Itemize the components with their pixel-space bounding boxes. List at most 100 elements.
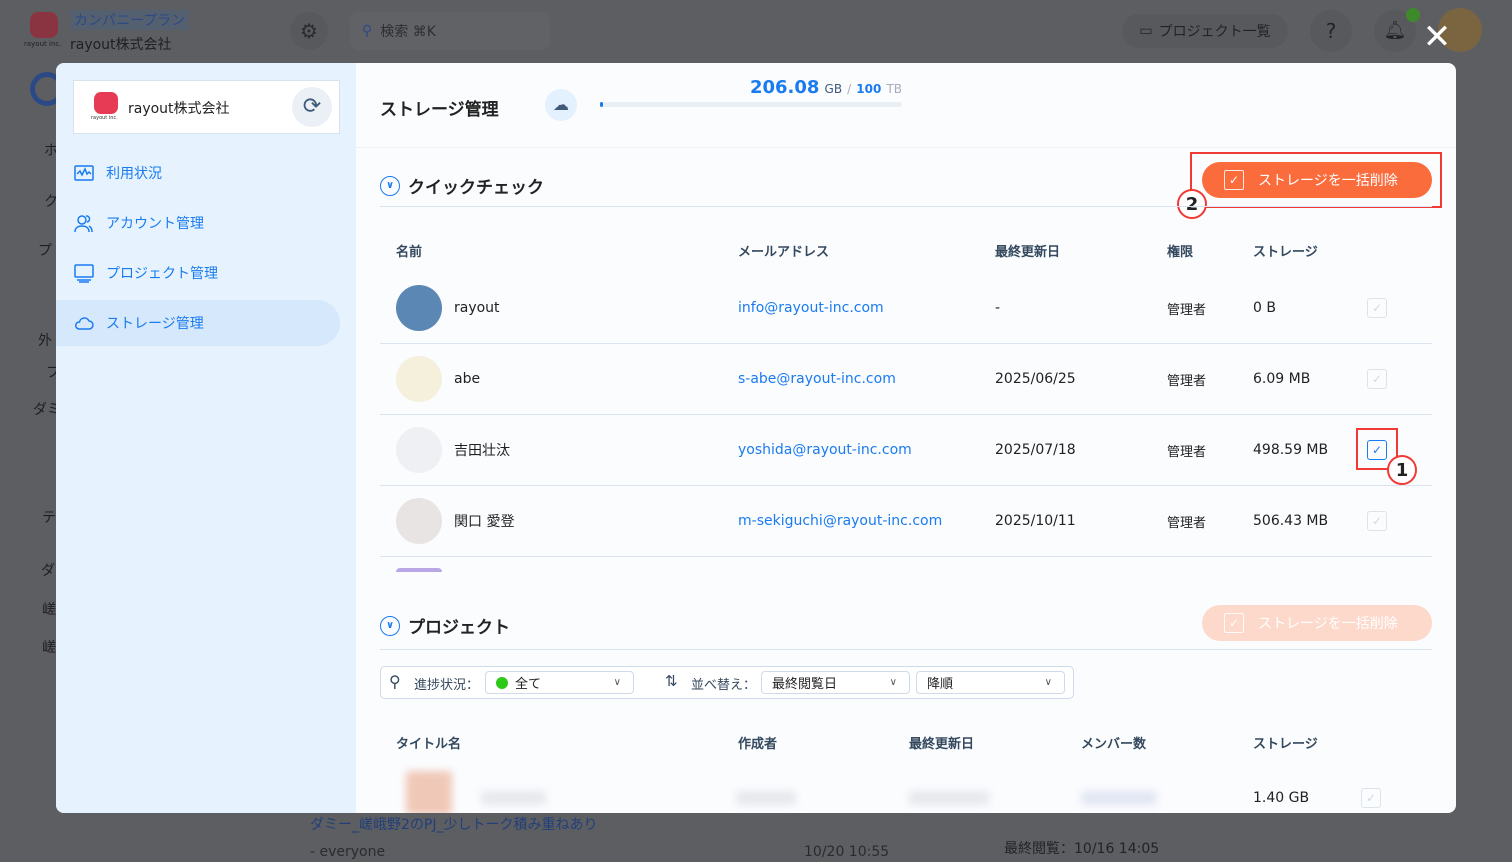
company-name: rayout株式会社 <box>128 101 230 117</box>
project-storage: 1.40 GB <box>1253 790 1310 806</box>
bg-sidebar-item: ダ <box>41 563 55 579</box>
divider <box>380 649 1432 650</box>
table-row: rayout info@rayout-inc.com - 管理者 0 B ✓ <box>380 273 1432 344</box>
divider <box>356 147 1456 148</box>
monitor-icon: ▭ <box>1139 23 1153 39</box>
plan-badge: カンパニープラン <box>70 10 190 30</box>
project-list-button[interactable]: ▭ プロジェクト一覧 <box>1122 14 1288 48</box>
avatar <box>396 285 442 331</box>
app-logo <box>30 12 58 38</box>
annotation-number-1: 1 <box>1387 455 1417 485</box>
status-dot <box>496 676 508 689</box>
annotation-number-2: 2 <box>1177 189 1207 219</box>
bg-sidebar-item: 嵯 <box>42 640 56 656</box>
order-select[interactable]: 降順 ∨ <box>916 671 1065 694</box>
projects-header[interactable]: ∨ プロジェクト <box>380 613 510 638</box>
chevron-down-icon: ∨ <box>380 175 400 196</box>
bg-sidebar-item: 嵯 <box>42 602 56 618</box>
chevron-down-icon: ∨ <box>889 677 897 688</box>
user-storage: 6.09 MB <box>1253 371 1311 387</box>
avatar <box>396 568 442 572</box>
user-email[interactable]: s-abe@rayout-inc.com <box>738 344 896 414</box>
last-updated: 2025/06/25 <box>995 371 1076 387</box>
user-role: 管理者 <box>1167 302 1207 318</box>
sidebar-item-accounts[interactable]: アカウント管理 <box>56 200 340 246</box>
filter-bar: ⚲ 進捗状況： 全て ∨ ⇅ 並べ替え： 最終閲覧日 ∨ 降順 ∨ <box>380 666 1074 699</box>
user-storage: 506.43 MB <box>1253 513 1329 529</box>
column-header-updated: 最終更新日 <box>909 737 975 752</box>
column-header-members: メンバー数 <box>1081 737 1147 752</box>
row-checkbox[interactable]: ✓ <box>1367 511 1387 531</box>
storage-usage-bar <box>600 102 902 107</box>
user-email[interactable]: info@rayout-inc.com <box>738 273 884 343</box>
column-header-storage: ストレージ <box>1253 737 1318 752</box>
switch-company-icon[interactable]: ⟳ <box>292 87 332 127</box>
table-row: 吉田壮汰 yoshida@rayout-inc.com 2025/07/18 管… <box>380 415 1432 486</box>
user-email[interactable]: yoshida@rayout-inc.com <box>738 415 912 485</box>
column-header-creator: 作成者 <box>738 737 778 752</box>
total-unit: TB <box>886 82 902 96</box>
used-value: 206.08 <box>749 77 820 98</box>
help-icon[interactable]: ? <box>1310 10 1352 52</box>
storage-usage-fill <box>600 102 603 107</box>
monitor-icon <box>74 264 94 283</box>
project-title-blurred <box>481 791 546 805</box>
logo-text: rayout inc. <box>24 40 62 48</box>
column-header-storage: ストレージ <box>1253 245 1318 260</box>
checkbox-icon: ✓ <box>1224 613 1244 633</box>
bg-project-time: 10/20 10:55 <box>804 844 890 860</box>
avatar <box>396 427 442 473</box>
bg-project-member: - everyone <box>310 844 386 860</box>
user-name: rayout <box>454 300 500 316</box>
company-switcher: rayout inc. rayout株式会社 ⟳ <box>73 80 340 134</box>
column-header-email: メールアドレス <box>738 245 830 260</box>
sidebar-item-usage[interactable]: 利用状況 <box>56 150 340 196</box>
user-storage: 498.59 MB <box>1253 442 1329 458</box>
bg-sidebar-item: プ <box>38 243 52 259</box>
close-icon[interactable]: ✕ <box>1422 20 1452 54</box>
sidebar-item-storage[interactable]: ストレージ管理 <box>56 300 340 346</box>
column-header-updated: 最終更新日 <box>995 245 1061 260</box>
last-updated: 2025/10/11 <box>995 513 1076 529</box>
projects-bulk-delete-button[interactable]: ✓ ストレージを一括削除 <box>1202 605 1432 641</box>
column-header-title: タイトル名 <box>396 737 462 752</box>
cloud-icon: ☁ <box>545 89 577 121</box>
page-title: ストレージ管理 <box>380 100 499 120</box>
total-value: 100 <box>856 82 882 96</box>
storage-modal: rayout inc. rayout株式会社 ⟳ 利用状況 アカウント管理 プロ… <box>56 63 1456 813</box>
user-name: abe <box>454 371 481 387</box>
bg-sidebar-item: 外 <box>38 333 52 349</box>
search-input[interactable]: ⚲ 検索 ⌘K <box>350 12 550 50</box>
sidebar-item-projects[interactable]: プロジェクト管理 <box>56 250 340 296</box>
updated-blurred <box>909 791 989 805</box>
user-storage: 0 B <box>1253 300 1276 316</box>
users-icon <box>74 215 93 233</box>
last-updated: 2025/07/18 <box>995 442 1076 458</box>
user-email[interactable]: m-sekiguchi@rayout-inc.com <box>738 486 942 556</box>
project-thumbnail <box>406 771 452 813</box>
gear-icon[interactable]: ⚙ <box>290 12 328 50</box>
divider <box>380 206 1432 207</box>
search-icon: ⚲ <box>362 23 373 39</box>
user-role: 管理者 <box>1167 373 1207 389</box>
logo-text: rayout inc. <box>91 115 118 121</box>
bg-project-title[interactable]: ダミー_嵯峨野2のPJ_少しトーク積み重ねあり <box>310 814 597 834</box>
last-updated: - <box>995 300 1001 316</box>
status-label: 進捗状況： <box>414 678 480 693</box>
user-name: 関口 愛登 <box>454 514 515 530</box>
separator: / <box>847 82 852 96</box>
sort-select[interactable]: 最終閲覧日 ∨ <box>761 671 910 694</box>
used-unit: GB <box>824 82 843 96</box>
row-checkbox[interactable]: ✓ <box>1367 369 1387 389</box>
chevron-down-icon: ∨ <box>613 677 621 688</box>
row-checkbox[interactable]: ✓ <box>1367 298 1387 318</box>
quick-check-header[interactable]: ∨ クイックチェック <box>380 173 544 198</box>
project-checkbox[interactable]: ✓ <box>1361 788 1381 808</box>
creator-blurred <box>736 791 796 805</box>
avatar <box>396 356 442 402</box>
company-name: rayout株式会社 <box>70 37 172 53</box>
column-header-name: 名前 <box>396 245 423 260</box>
status-select[interactable]: 全て ∨ <box>485 671 634 694</box>
chevron-down-icon: ∨ <box>1044 677 1052 688</box>
bg-sidebar-item: テ <box>42 510 56 526</box>
